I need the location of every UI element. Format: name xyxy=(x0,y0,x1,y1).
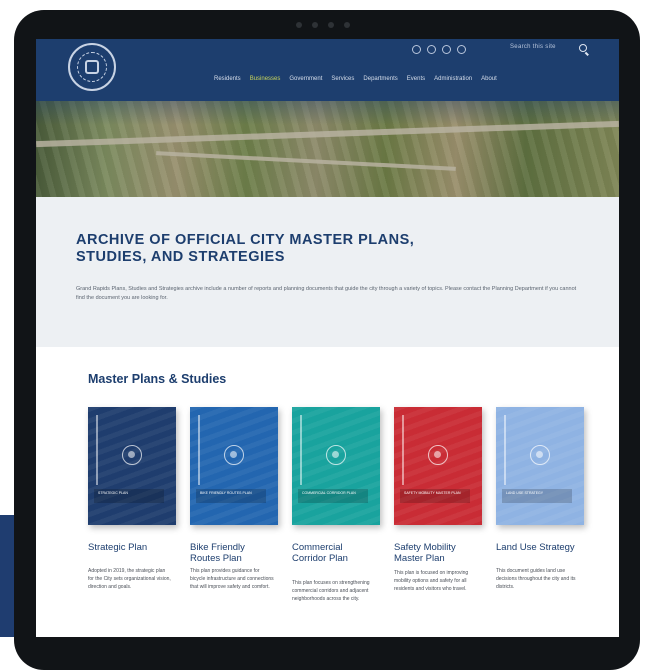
tablet-screen: Search this site Residents Businesses Go… xyxy=(36,39,619,637)
plan-description: This document guides land use decisions … xyxy=(496,568,576,590)
main-nav: Residents Businesses Government Services… xyxy=(214,76,497,82)
city-seal-logo[interactable] xyxy=(68,43,116,91)
cover-text: BIKE FRIENDLY ROUTES PLAN xyxy=(200,491,252,495)
nav-item[interactable]: Services xyxy=(331,76,354,82)
search-label[interactable]: Search this site xyxy=(510,44,556,50)
plan-title[interactable]: Bike Friendly Routes Plan xyxy=(190,542,276,564)
plan-description: This plan provides guidance for bicycle … xyxy=(190,568,274,590)
nav-item[interactable]: Government xyxy=(289,76,322,82)
social-links xyxy=(412,45,466,54)
cover-text: LAND USE STRATEGY xyxy=(506,491,544,495)
plan-cover[interactable]: SAFETY MOBILITY MASTER PLAN xyxy=(394,407,482,525)
plan-cover[interactable]: BIKE FRIENDLY ROUTES PLAN xyxy=(190,407,278,525)
youtube-icon[interactable] xyxy=(457,45,466,54)
facebook-icon[interactable] xyxy=(412,45,421,54)
plan-cover[interactable]: STRATEGIC PLAN xyxy=(88,407,176,525)
plan-title[interactable]: Commercial Corridor Plan xyxy=(292,542,378,564)
nav-item[interactable]: Departments xyxy=(363,76,397,82)
plan-cover[interactable]: LAND USE STRATEGY xyxy=(496,407,584,525)
seal-icon xyxy=(428,445,448,465)
search-icon[interactable] xyxy=(579,44,587,52)
intro-section: ARCHIVE OF OFFICIAL CITY MASTER PLANS, S… xyxy=(36,197,619,347)
intro-text: Grand Rapids Plans, Studies and Strategi… xyxy=(76,286,577,301)
camera-dots xyxy=(296,22,350,28)
seal-icon xyxy=(326,445,346,465)
section-title: Master Plans & Studies xyxy=(88,372,227,386)
site-header: Search this site Residents Businesses Go… xyxy=(36,39,619,101)
seal-icon xyxy=(122,445,142,465)
plan-description: Adopted in 2019, the strategic plan for … xyxy=(88,568,171,590)
cover-text: COMMERCIAL CORRIDOR PLAN xyxy=(302,491,356,495)
seal-icon xyxy=(224,445,244,465)
plan-description: This plan focuses on strengthening comme… xyxy=(292,580,370,602)
nav-item[interactable]: Residents xyxy=(214,76,241,82)
cover-text: SAFETY MOBILITY MASTER PLAN xyxy=(404,491,461,495)
hero-road xyxy=(36,120,619,148)
twitter-icon[interactable] xyxy=(442,45,451,54)
plan-description: This plan is focused on improving mobili… xyxy=(394,570,469,592)
nav-item-active[interactable]: Businesses xyxy=(250,76,281,82)
nav-item[interactable]: About xyxy=(481,76,497,82)
hero-aerial-image xyxy=(36,101,619,197)
plan-cover[interactable]: COMMERCIAL CORRIDOR PLAN xyxy=(292,407,380,525)
page-title: ARCHIVE OF OFFICIAL CITY MASTER PLANS, S… xyxy=(76,232,415,265)
cover-text: STRATEGIC PLAN xyxy=(98,491,128,495)
plan-title[interactable]: Strategic Plan xyxy=(88,542,174,553)
nav-item[interactable]: Events xyxy=(407,76,425,82)
plan-title[interactable]: Safety Mobility Master Plan xyxy=(394,542,480,564)
nav-item[interactable]: Administration xyxy=(434,76,472,82)
hero-road xyxy=(156,151,456,171)
plan-title[interactable]: Land Use Strategy xyxy=(496,542,582,553)
instagram-icon[interactable] xyxy=(427,45,436,54)
seal-icon xyxy=(530,445,550,465)
